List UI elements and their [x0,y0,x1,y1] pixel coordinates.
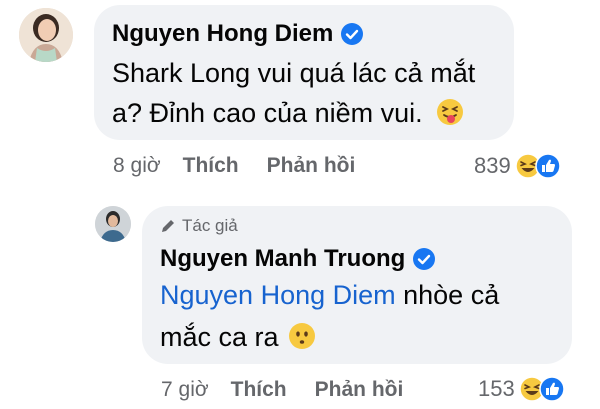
avatar[interactable] [95,206,131,242]
verified-badge-icon [413,248,436,270]
verified-badge-icon [341,23,364,45]
like-button[interactable]: Thích [183,153,239,179]
author-name[interactable]: Nguyen Hong Diem [112,20,333,48]
reaction-summary[interactable]: 153 [478,376,565,402]
reply-button[interactable]: Phản hồi [267,153,356,179]
reaction-count: 839 [474,153,511,178]
comment-text-line-2: mắc ca ra [160,318,316,356]
reply-button[interactable]: Phản hồi [315,377,404,403]
comment-meta: 7 giờ Thích Phản hồi [161,377,403,403]
comment-time[interactable]: 8 giờ [113,153,161,179]
comment-time[interactable]: 7 giờ [161,377,209,403]
like-reaction-icon [534,153,561,179]
like-reaction-icon [538,376,565,402]
reaction-count: 153 [478,376,515,401]
reaction-summary[interactable]: 839 [474,153,561,179]
squinting-tongue-face-icon [437,99,464,125]
comment-text-line-2: a? Đỉnh cao của niềm vui. [112,94,464,132]
avatar[interactable] [19,8,73,62]
neutral-face-icon [289,323,316,349]
comment-author[interactable]: Nguyen Manh Truong [160,245,436,273]
avatar-photo-icon [19,8,73,62]
pencil-icon [162,220,174,232]
comment-author[interactable]: Nguyen Hong Diem [112,20,364,48]
comment-meta: 8 giờ Thích Phản hồi [113,153,355,179]
like-button[interactable]: Thích [231,377,287,403]
comment-text-line-1: Nguyen Hong Diem nhòe cả [160,280,500,310]
mention-link[interactable]: Nguyen Hong Diem [160,280,396,310]
avatar-photo-icon [95,206,131,242]
author-name[interactable]: Nguyen Manh Truong [160,245,405,273]
comment-text-line-1: Shark Long vui quá lác cả mắt [112,58,476,88]
author-badge: Tác giả [160,216,238,236]
